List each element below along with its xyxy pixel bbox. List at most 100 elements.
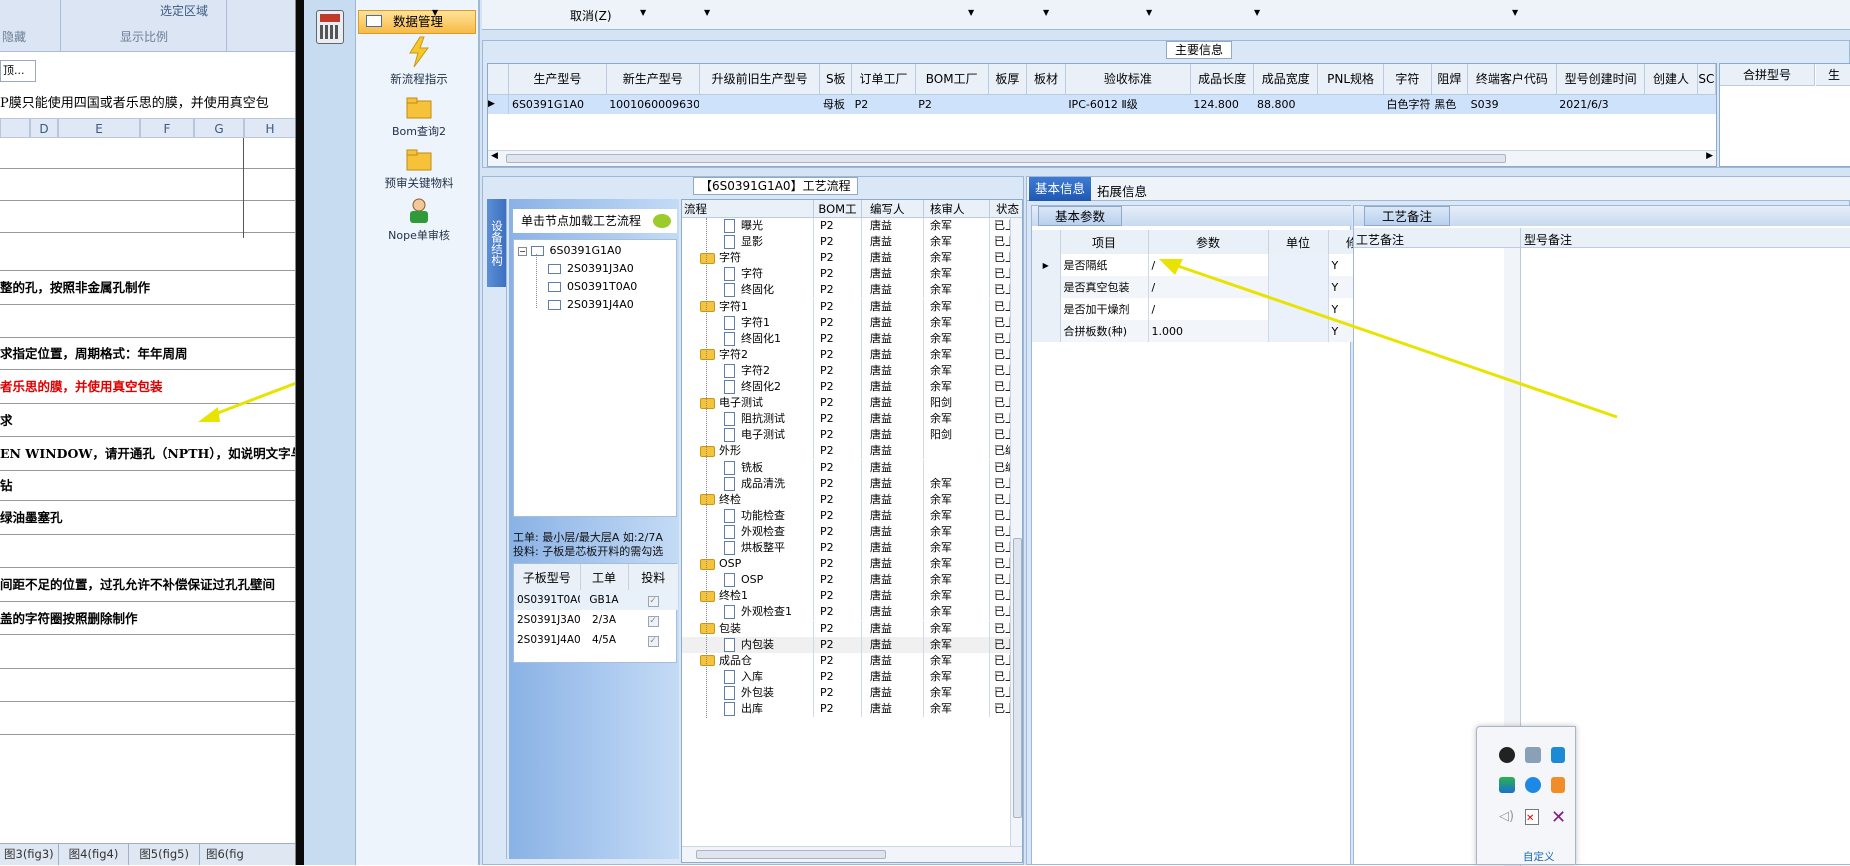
sheet-row[interactable]: [0, 138, 295, 169]
sheet-row[interactable]: 整的孔，按照非金属孔制作: [0, 271, 295, 305]
horizontal-scrollbar[interactable]: ◀ ▶: [488, 150, 1716, 166]
calculator-icon[interactable]: [316, 10, 344, 44]
dropdown-arrow-icon[interactable]: ▼: [640, 8, 646, 17]
flow-row[interactable]: 终固化2 P2唐益余军已上风: [682, 379, 1010, 395]
flow-row[interactable]: 显影 P2唐益余军已上风: [682, 234, 1010, 251]
dropdown-arrow-icon[interactable]: ▼: [968, 8, 974, 17]
vertical-scrollbar[interactable]: [1010, 218, 1022, 846]
tray-app-icon[interactable]: [1499, 777, 1515, 793]
sheet-tab[interactable]: 图6(fig: [200, 844, 250, 865]
scrollbar-thumb[interactable]: [506, 154, 1506, 163]
col-header[interactable]: 成品长度: [1190, 64, 1255, 95]
scroll-left-icon[interactable]: ◀: [491, 151, 498, 161]
sheet-row[interactable]: [0, 305, 295, 338]
tab-basic-info[interactable]: 基本信息: [1029, 177, 1092, 201]
model-remarks-header[interactable]: 型号备注: [1524, 231, 1572, 248]
sheet-row[interactable]: 绿油墨塞孔: [0, 501, 295, 535]
sheet-row[interactable]: EN WINDOW，请开通孔（NPTH），如说明文字与: [0, 437, 295, 471]
nav-item-new-flow[interactable]: 新流程指示: [364, 36, 474, 87]
nav-item-nope-review[interactable]: Nope单审核: [364, 198, 474, 243]
ribbon-group-label[interactable]: 选定区域: [160, 2, 208, 19]
col-header[interactable]: 生产型号: [508, 64, 607, 95]
flow-row[interactable]: 曝光 P2唐益余军已上风: [682, 218, 1010, 234]
scrollbar-thumb[interactable]: [1013, 538, 1022, 818]
flow-row[interactable]: 字符2 P2唐益余军已上风: [682, 362, 1010, 379]
sheet-row[interactable]: 钻: [0, 471, 295, 501]
col-header[interactable]: S板: [819, 64, 853, 95]
tree-node[interactable]: 2S0391J3A0: [548, 262, 634, 275]
flow-row[interactable]: 阻抗测试 P2唐益余军已上风: [682, 411, 1010, 428]
tree-node[interactable]: 2S0391J4A0: [548, 298, 634, 311]
flow-row[interactable]: 外观检查 P2唐益余军已上风: [682, 523, 1010, 540]
table-row[interactable]: 0S0391T0A0 GB1A ✓: [514, 590, 678, 610]
table-row[interactable]: 2S0391J3A0 2/3A ✓: [514, 610, 678, 630]
col-header[interactable]: 订单工厂: [851, 64, 916, 95]
network-icon[interactable]: ✕: [1525, 809, 1539, 825]
dropdown-arrow-icon[interactable]: ▼: [1043, 8, 1049, 17]
name-box[interactable]: 顶...: [0, 60, 36, 82]
dropdown-arrow-icon[interactable]: ▼: [704, 8, 710, 17]
flow-row[interactable]: 电子测试 P2唐益阳剑已上风: [682, 395, 1010, 412]
table-row[interactable]: 2S0391J4A0 4/5A ✓: [514, 630, 678, 650]
flow-row[interactable]: 内包装 P2唐益余军已上风: [682, 636, 1010, 653]
col-header[interactable]: F: [140, 118, 194, 138]
col-header[interactable]: 项目: [1060, 230, 1149, 254]
ribbon-hide-label[interactable]: 隐藏: [2, 28, 26, 45]
sheet-row[interactable]: [0, 233, 295, 271]
combo-model-header2[interactable]: 生: [1816, 64, 1850, 86]
col-header[interactable]: 投料: [628, 564, 678, 590]
flow-row[interactable]: 字符 P2唐益余军已上风: [682, 266, 1010, 283]
flow-row[interactable]: 终固化 P2唐益余军已上风: [682, 282, 1010, 299]
col-header[interactable]: G: [194, 118, 244, 138]
col-header[interactable]: 阻焊: [1431, 64, 1469, 95]
flow-row[interactable]: 终检1 P2唐益余军已上风: [682, 588, 1010, 605]
col-header[interactable]: E: [58, 118, 140, 138]
tray-app-icon[interactable]: [1551, 747, 1565, 763]
tree-node[interactable]: 0S0391T0A0: [548, 280, 637, 293]
col-header[interactable]: 板厚: [988, 64, 1028, 95]
col-header[interactable]: 创建人: [1644, 64, 1698, 95]
col-header[interactable]: 流程: [682, 200, 814, 217]
col-header[interactable]: H: [244, 118, 295, 138]
sheet-tab[interactable]: 图3(fig3): [0, 844, 59, 865]
flow-row[interactable]: 字符 P2唐益余军已上风: [682, 250, 1010, 267]
col-header[interactable]: BOM工厂: [915, 64, 989, 95]
col-header[interactable]: PNL规格: [1317, 64, 1385, 95]
flow-row[interactable]: 字符1 P2唐益余军已上风: [682, 314, 1010, 331]
flow-row[interactable]: 字符2 P2唐益余军已上风: [682, 346, 1010, 363]
flow-row[interactable]: 烘板整平 P2唐益余军已上风: [682, 540, 1010, 556]
tab-process-remarks[interactable]: 工艺备注: [1364, 206, 1450, 226]
flow-row[interactable]: 铣板 P2唐益 已编写: [682, 459, 1010, 476]
col-header[interactable]: 工单: [580, 564, 629, 590]
flow-row[interactable]: 出库 P2唐益余军已上风: [682, 701, 1010, 717]
checkbox[interactable]: ✓: [647, 615, 659, 627]
flow-row[interactable]: 电子测试 P2唐益阳剑已上风: [682, 427, 1010, 444]
col-header[interactable]: 成品宽度: [1253, 64, 1319, 95]
sheet-row[interactable]: [0, 201, 295, 233]
col-header[interactable]: 升级前旧生产型号: [699, 64, 821, 95]
flow-row[interactable]: 外包装 P2唐益余军已上风: [682, 684, 1010, 701]
flow-row[interactable]: 字符1 P2唐益余军已上风: [682, 298, 1010, 315]
flow-row[interactable]: 包装 P2唐益余军已上风: [682, 620, 1010, 637]
nav-item-bom-query[interactable]: Bom查询2: [364, 96, 474, 139]
tray-app-icon[interactable]: [1499, 747, 1515, 763]
sheet-row[interactable]: [0, 535, 295, 568]
flow-row[interactable]: OSP P2唐益余军已上风: [682, 556, 1010, 573]
tab-extended-info[interactable]: 拓展信息: [1097, 181, 1147, 200]
tree-root[interactable]: − 6S0391G1A0: [518, 244, 622, 257]
sheet-tab[interactable]: 图5(fig5): [129, 844, 200, 865]
dropdown-arrow-icon[interactable]: ▼: [1254, 8, 1260, 17]
flow-row[interactable]: 外形 P2唐益 已编写: [682, 443, 1010, 460]
process-remarks-header[interactable]: 工艺备注: [1356, 231, 1404, 248]
col-header[interactable]: 型号创建时间: [1556, 64, 1646, 95]
col-header[interactable]: 新生产型号: [606, 64, 700, 95]
combo-model-header[interactable]: 合拼型号: [1720, 64, 1815, 86]
scrollbar-thumb[interactable]: [696, 850, 886, 859]
col-header[interactable]: 核审人: [924, 200, 990, 217]
tray-customize-link[interactable]: 自定义: [1523, 849, 1555, 864]
scroll-right-icon[interactable]: ▶: [1706, 151, 1713, 161]
dropdown-arrow-icon[interactable]: ▼: [432, 8, 438, 17]
sheet-row[interactable]: [0, 702, 295, 735]
nav-item-prereview[interactable]: 预审关键物料: [364, 148, 474, 191]
sheet-row[interactable]: 盖的字符圈按照删除制作: [0, 602, 295, 635]
